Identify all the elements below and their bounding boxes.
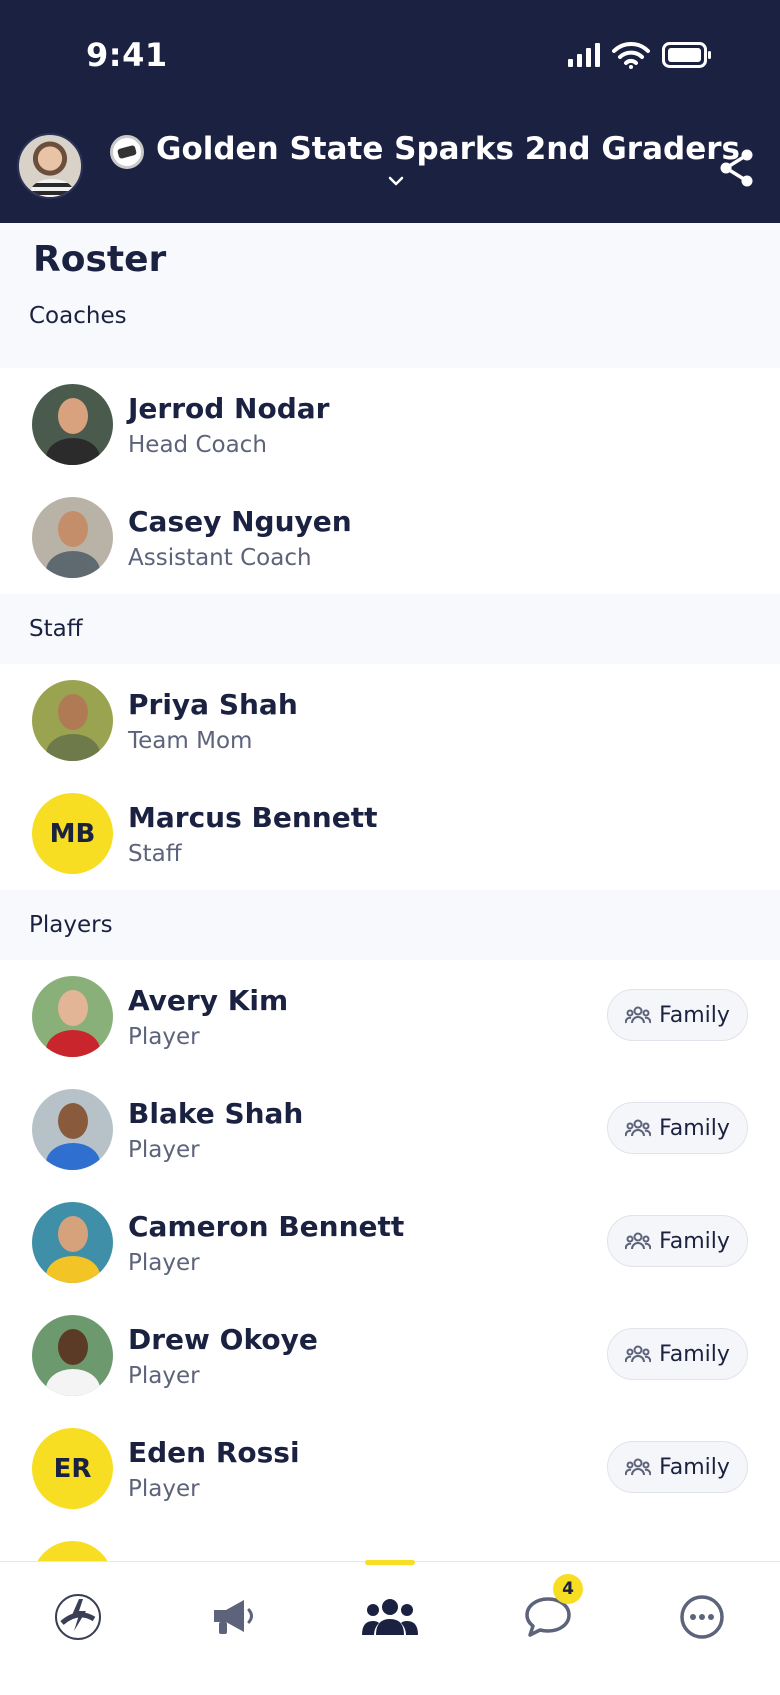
family-icon	[625, 1232, 652, 1250]
wifi-icon	[612, 41, 650, 69]
member-row[interactable]: MB Marcus Bennett Staff	[0, 777, 780, 890]
member-name: Cameron Bennett	[128, 1210, 405, 1243]
cellular-signal-icon	[568, 43, 600, 67]
roster-page: Roster Coaches Jerrod Nodar Head Coach C…	[0, 223, 780, 1561]
section-header-coaches: Coaches	[0, 303, 780, 368]
team-logo-icon	[110, 135, 144, 169]
people-icon	[362, 1599, 418, 1635]
team-logo-tab[interactable]	[48, 1588, 108, 1646]
member-role: Head Coach	[128, 432, 267, 458]
family-label: Family	[659, 1002, 730, 1028]
battery-icon	[662, 42, 711, 68]
team-name-title[interactable]: Golden State Sparks 2nd Graders	[156, 131, 740, 167]
section-label: Coaches	[29, 303, 127, 329]
member-row[interactable]: Jerrod Nodar Head Coach	[0, 368, 780, 481]
member-row[interactable]: ER Eden Rossi Player Family	[0, 1412, 780, 1525]
announcements-tab[interactable]	[204, 1588, 264, 1646]
member-name: Casey Nguyen	[128, 505, 352, 538]
family-icon	[625, 1345, 652, 1363]
member-role: Player	[128, 1476, 200, 1502]
family-label: Family	[659, 1228, 730, 1254]
messages-badge: 4	[553, 1574, 583, 1604]
lightning-logo-icon	[55, 1594, 101, 1640]
avatar	[32, 1315, 113, 1396]
member-name: Priya Shah	[128, 688, 298, 721]
member-row[interactable]: Blake Shah Player Family	[0, 1073, 780, 1186]
family-button[interactable]: Family	[607, 989, 748, 1041]
member-role: Assistant Coach	[128, 545, 312, 571]
active-tab-indicator	[365, 1560, 415, 1565]
family-label: Family	[659, 1115, 730, 1141]
avatar	[32, 384, 113, 465]
family-label: Family	[659, 1341, 730, 1367]
member-name: Drew Okoye	[128, 1323, 318, 1356]
avatar	[32, 497, 113, 578]
member-name: Avery Kim	[128, 984, 289, 1017]
avatar	[32, 680, 113, 761]
avatar	[32, 976, 113, 1057]
member-row[interactable]: Priya Shah Team Mom	[0, 664, 780, 777]
roster-tab[interactable]	[360, 1588, 420, 1646]
megaphone-icon	[214, 1600, 253, 1634]
member-name: Jerrod Nodar	[128, 392, 330, 425]
member-name: Blake Shah	[128, 1097, 304, 1130]
member-name: Marcus Bennett	[128, 801, 378, 834]
family-button[interactable]: Family	[607, 1441, 748, 1493]
member-row[interactable]: Avery Kim Player Family	[0, 960, 780, 1073]
member-name: Eden Rossi	[128, 1436, 300, 1469]
member-row-partial[interactable]	[0, 1525, 780, 1561]
family-icon	[625, 1458, 652, 1476]
status-time: 9:41	[86, 36, 168, 74]
family-label: Family	[659, 1454, 730, 1480]
avatar-initials: MB	[32, 793, 113, 874]
user-avatar[interactable]	[17, 133, 83, 199]
member-row[interactable]: Drew Okoye Player Family	[0, 1299, 780, 1412]
avatar	[32, 1541, 113, 1561]
avatar	[32, 1202, 113, 1283]
section-label: Players	[29, 912, 113, 938]
member-role: Player	[128, 1250, 200, 1276]
family-icon	[625, 1006, 652, 1024]
more-tab[interactable]	[672, 1588, 732, 1646]
member-row[interactable]: Casey Nguyen Assistant Coach	[0, 481, 780, 594]
member-role: Player	[128, 1137, 200, 1163]
page-title: Roster	[33, 239, 167, 280]
bottom-tab-bar: 4	[0, 1560, 780, 1695]
section-label: Staff	[29, 616, 83, 642]
chevron-down-icon[interactable]	[387, 174, 405, 188]
family-button[interactable]: Family	[607, 1102, 748, 1154]
section-header-players: Players	[0, 890, 780, 960]
member-role: Player	[128, 1363, 200, 1389]
section-header-staff: Staff	[0, 594, 780, 664]
family-button[interactable]: Family	[607, 1328, 748, 1380]
page-title-row: Roster	[0, 223, 780, 303]
top-header: 9:41 Golden State Sparks 2nd Graders	[0, 0, 780, 223]
share-icon[interactable]	[718, 148, 756, 188]
family-icon	[625, 1119, 652, 1137]
more-icon	[680, 1595, 724, 1639]
member-row[interactable]: Cameron Bennett Player Family	[0, 1186, 780, 1299]
avatar-initials: ER	[32, 1428, 113, 1509]
member-role: Player	[128, 1024, 200, 1050]
family-button[interactable]: Family	[607, 1215, 748, 1267]
member-role: Staff	[128, 841, 182, 867]
avatar	[32, 1089, 113, 1170]
status-icons	[568, 38, 712, 72]
member-role: Team Mom	[128, 728, 253, 754]
